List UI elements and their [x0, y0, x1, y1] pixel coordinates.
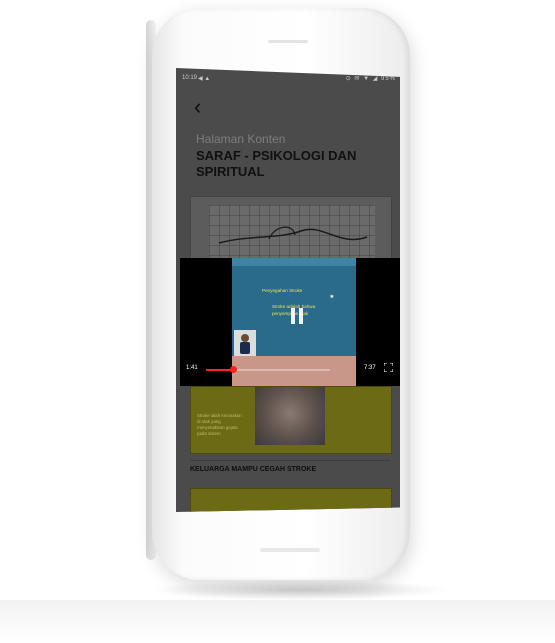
progress-track[interactable] — [206, 366, 330, 373]
content-card-stroke-info[interactable]: Stroke ialah kerusakan di otak yang meny… — [190, 386, 392, 454]
slide-bullet-icon: ✱ — [330, 294, 334, 299]
content-card-diagram[interactable] — [190, 196, 392, 266]
phone-speaker — [268, 40, 308, 43]
pause-icon[interactable] — [290, 308, 304, 324]
character-figure — [234, 330, 256, 356]
divider — [190, 460, 390, 461]
pause-bar-left — [291, 308, 295, 324]
page-subtitle: Halaman Konten — [196, 132, 286, 146]
page-title: SARAF - PSIKOLOGI DAN SPIRITUAL — [196, 148, 357, 179]
status-notification-icons: ◀ ▲ — [198, 76, 211, 82]
diagram-scribble — [218, 226, 368, 244]
progress-thumb[interactable] — [229, 366, 237, 373]
current-time: 1:41 — [186, 365, 198, 371]
back-arrow-icon[interactable]: ‹ — [194, 96, 201, 118]
floor — [0, 600, 555, 643]
phone-shadow — [150, 580, 450, 600]
slide-heading: Penyegahan Stroke — [262, 288, 303, 293]
home-indicator — [260, 548, 320, 552]
total-time: 7:37 — [364, 365, 376, 371]
card-image — [255, 387, 325, 445]
card-label[interactable]: KELUARGA MAMPU CEGAH STROKE — [190, 466, 316, 473]
figure-body — [240, 342, 250, 354]
figure-head — [241, 334, 249, 342]
slide-footer — [232, 356, 356, 386]
card-description: Stroke ialah kerusakan di otak yang meny… — [197, 413, 242, 436]
pause-bar-right — [299, 308, 303, 324]
diagram-image — [209, 205, 375, 261]
status-time: 10:19 — [182, 75, 198, 81]
slide-header-bar — [232, 258, 356, 266]
fullscreen-icon[interactable] — [384, 363, 393, 372]
video-frame: Penyegahan Stroke ✱ Stroke adalah bahwa … — [232, 258, 356, 386]
phone-screen: 10:19 ◀ ▲ ⊙ ✉ ▼ ◢ 95% ‹ Halaman Konten S… — [176, 68, 400, 512]
video-player[interactable]: Penyegahan Stroke ✱ Stroke adalah bahwa … — [180, 258, 400, 386]
